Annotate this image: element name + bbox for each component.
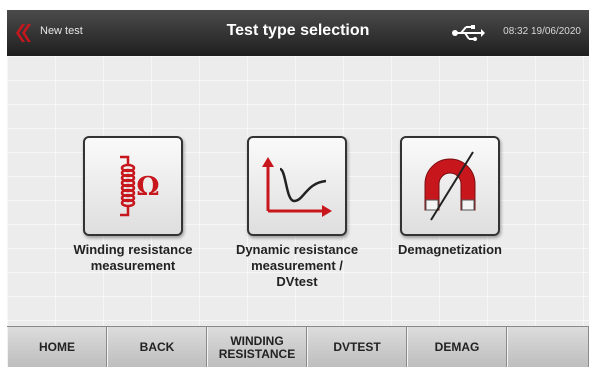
crossed-magnet-icon xyxy=(424,151,476,221)
dynamic-curve-icon xyxy=(262,157,332,217)
demag-button[interactable]: DEMAG xyxy=(407,327,507,367)
winding-resistance-tile[interactable]: Ω Winding resistance measurement xyxy=(58,136,208,274)
home-button[interactable]: HOME xyxy=(7,327,107,367)
empty-button xyxy=(507,327,589,367)
page-title: Test type selection xyxy=(226,22,370,39)
dynamic-resistance-tile[interactable]: Dynamic resistance measurement / DVtest xyxy=(217,136,377,290)
new-test-label[interactable]: New test xyxy=(40,25,83,37)
dynamic-resistance-label: Dynamic resistance measurement / DVtest xyxy=(235,242,359,289)
datetime: 08:32 19/06/2020 xyxy=(503,26,581,37)
winding-resistance-tile-button[interactable]: Ω xyxy=(83,136,183,236)
header-bar: New test Test type selection 08:32 19/06… xyxy=(7,10,589,56)
demagnetization-label: Demagnetization xyxy=(397,242,502,257)
svg-text:Ω: Ω xyxy=(136,172,159,202)
screen: New test Test type selection 08:32 19/06… xyxy=(7,10,589,367)
dvtest-button[interactable]: DVTEST xyxy=(307,327,407,367)
footer-nav: HOME BACK WINDING RESISTANCE DVTEST DEMA… xyxy=(7,326,589,367)
dynamic-resistance-tile-button[interactable] xyxy=(247,136,347,236)
back-button[interactable]: BACK xyxy=(107,327,207,367)
usb-icon xyxy=(452,25,485,41)
winding-resistance-button[interactable]: WINDING RESISTANCE xyxy=(207,327,307,367)
demagnetization-tile[interactable]: Demagnetization xyxy=(385,136,515,258)
double-chevron-left-icon[interactable] xyxy=(11,22,33,44)
tile-area: Ω Winding resistance measurement Dynamic… xyxy=(7,56,589,326)
winding-resistance-label: Winding resistance measurement xyxy=(73,242,193,273)
demagnetization-tile-button[interactable] xyxy=(400,136,500,236)
coil-ohm-icon: Ω xyxy=(120,155,160,217)
